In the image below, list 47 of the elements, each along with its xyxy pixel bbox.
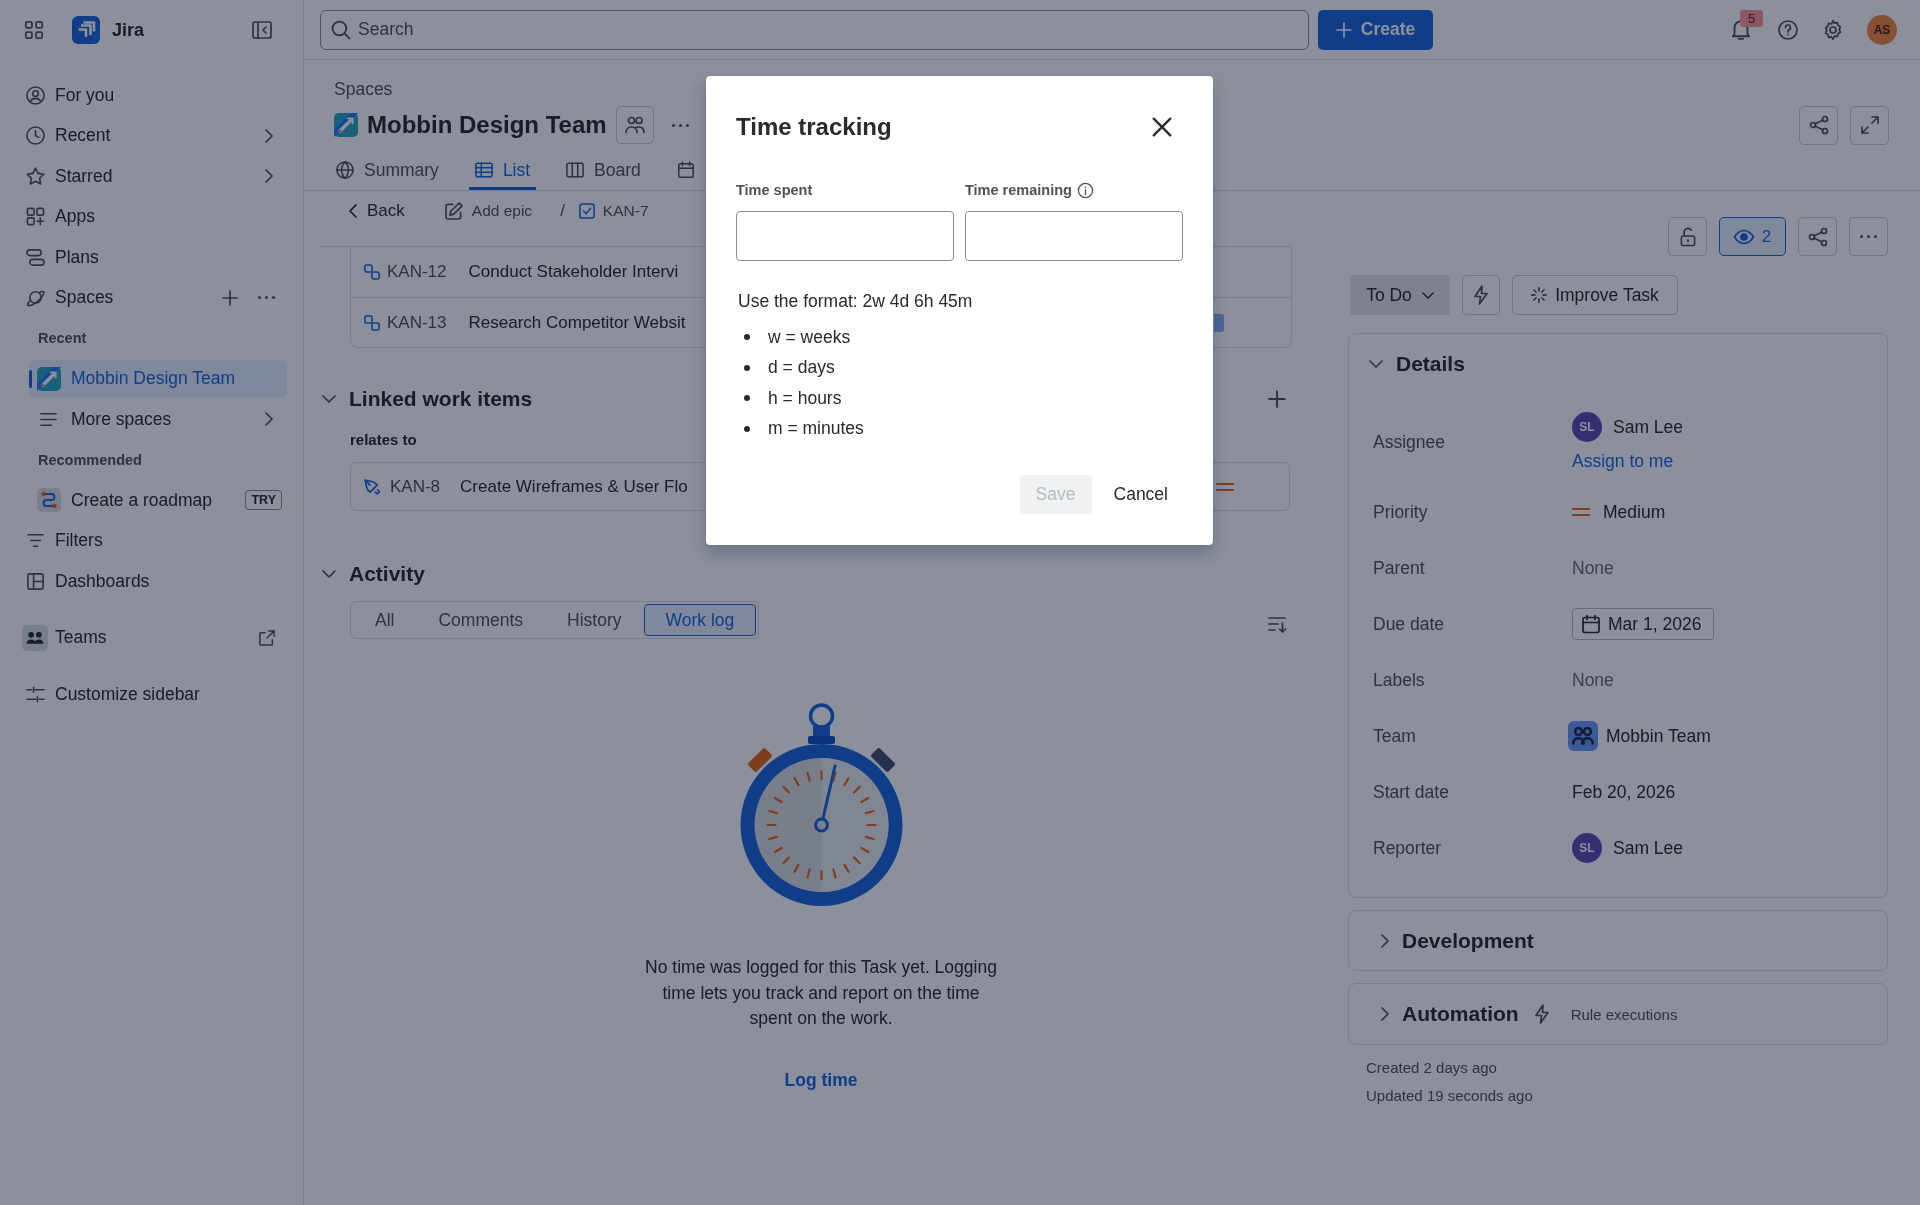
unit-item: d = days — [768, 357, 835, 379]
field-value: Medium — [1603, 501, 1666, 523]
panel-title: Automation — [1402, 1002, 1519, 1026]
unit-item: w = weeks — [768, 326, 851, 348]
dialog-title: Time tracking — [736, 113, 892, 141]
field-value: Sam Lee — [1613, 837, 1684, 859]
issue-summary: Conduct Stakeholder Intervi — [468, 262, 679, 282]
issue-key: KAN-8 — [390, 476, 441, 497]
sidebar-heading: Recent — [37, 329, 88, 349]
section-title: Activity — [349, 562, 425, 586]
field-label: Team — [1373, 725, 1416, 747]
unit-item: m = minutes — [768, 418, 864, 440]
user-avatar: SL — [1572, 412, 1602, 442]
field-label: Assignee — [1373, 431, 1445, 453]
field-label: Time spent — [736, 182, 813, 198]
issue-key: KAN-13 — [387, 312, 447, 333]
sidebar-heading: Recommended — [37, 450, 143, 470]
panel-title: Details — [1396, 352, 1465, 376]
field-label: Labels — [1373, 669, 1425, 691]
unit-item: h = hours — [768, 387, 842, 409]
relation-label: relates to — [350, 430, 417, 450]
field-value: None — [1572, 669, 1614, 691]
timestamp: Created 2 days ago — [1366, 1058, 1497, 1078]
field-value: Mobbin Team — [1606, 725, 1711, 747]
promo-badge: TRY — [245, 490, 282, 511]
notification-count: 5 — [1740, 9, 1763, 27]
field-label: Reporter — [1373, 837, 1442, 859]
section-title: Linked work items — [349, 387, 533, 411]
field-label: Due date — [1373, 613, 1445, 635]
format-hint: Use the format: 2w 4d 6h 45m — [738, 290, 974, 313]
issue-key: KAN-12 — [387, 262, 447, 282]
field-label: Start date — [1373, 781, 1449, 803]
space-title: Mobbin Design Team — [367, 111, 607, 139]
field-value: Feb 20, 2026 — [1572, 781, 1676, 803]
breadcrumb-separator: / — [560, 201, 565, 221]
user-avatar: SL — [1572, 833, 1602, 863]
issue-summary: Create Wireframes & User Flo — [460, 476, 688, 497]
field-value: None — [1572, 557, 1614, 579]
field-label: Priority — [1373, 501, 1428, 523]
field-label: Time remaining — [965, 182, 1072, 198]
issue-summary: Research Competitor Websit — [468, 312, 686, 333]
timestamp: Updated 19 seconds ago — [1366, 1086, 1533, 1106]
field-value: Sam Lee — [1613, 416, 1684, 438]
panel-title: Development — [1402, 928, 1534, 953]
app-name: Jira — [112, 19, 145, 41]
empty-state-message: No time was logged for this Task yet. Logging time lets you track and report on the time spent on the work. — [644, 956, 998, 1030]
field-label: Parent — [1373, 557, 1425, 579]
